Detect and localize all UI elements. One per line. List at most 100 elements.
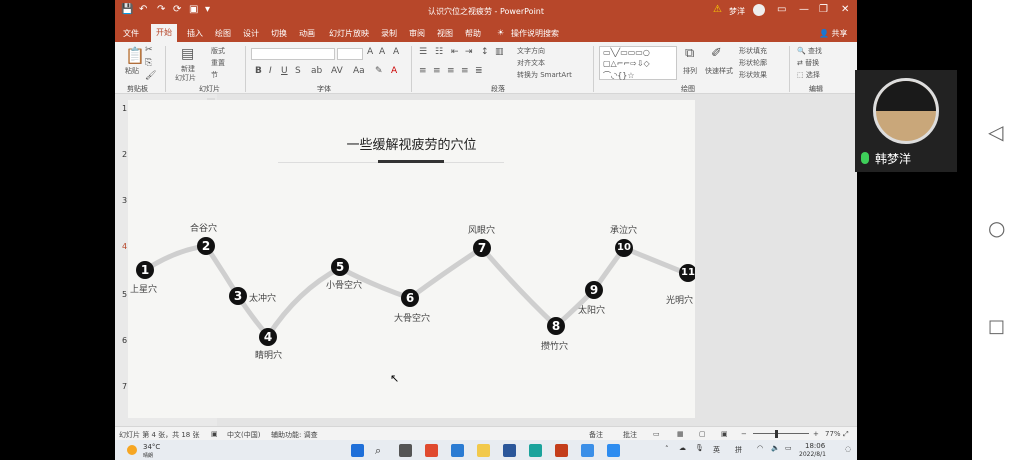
grow-font-icon[interactable]: A bbox=[367, 47, 373, 57]
slide[interactable]: 一些缓解视疲劳的穴位 1 上星穴 2 合谷穴 3 太冲穴 4 睛明穴 5 小骨空… bbox=[128, 100, 695, 418]
select-button[interactable]: ⬚ 选择 bbox=[797, 70, 820, 80]
zoom-in-icon[interactable]: + bbox=[813, 430, 819, 438]
tab-transitions[interactable]: 切换 bbox=[271, 28, 287, 39]
bold-button[interactable]: B bbox=[255, 66, 262, 76]
underline-button[interactable]: U bbox=[281, 66, 288, 76]
avatar[interactable] bbox=[753, 4, 765, 16]
acupoint-marker[interactable]: 10 bbox=[615, 239, 633, 257]
maximize-icon[interactable]: ❐ bbox=[819, 4, 828, 15]
acupoint-marker[interactable]: 2 bbox=[197, 237, 215, 255]
tab-review[interactable]: 审阅 bbox=[409, 28, 425, 39]
edge-icon[interactable] bbox=[529, 444, 542, 457]
slideshow-view-icon[interactable]: ▣ bbox=[721, 430, 728, 438]
shape-effect-button[interactable]: 形状效果 bbox=[739, 70, 767, 80]
shadow-icon[interactable]: ab bbox=[311, 66, 322, 76]
section-button[interactable]: 节 bbox=[211, 70, 218, 80]
justify-icon[interactable]: ≡ bbox=[461, 66, 469, 76]
back-icon[interactable]: ◁ bbox=[988, 120, 1003, 144]
normal-view-icon[interactable]: ▭ bbox=[653, 430, 660, 438]
shape-fill-button[interactable]: 形状填充 bbox=[739, 46, 767, 56]
acupoint-marker[interactable]: 4 bbox=[259, 328, 277, 346]
battery-icon[interactable]: ▭ bbox=[785, 444, 792, 452]
sorter-view-icon[interactable]: ▦ bbox=[677, 430, 684, 438]
tab-design[interactable]: 设计 bbox=[243, 28, 259, 39]
zoom-slider-thumb[interactable] bbox=[775, 430, 778, 438]
task-view-icon[interactable] bbox=[399, 444, 412, 457]
distribute-icon[interactable]: ≣ bbox=[475, 66, 483, 76]
acupoint-marker[interactable]: 7 bbox=[473, 239, 491, 257]
clear-format-icon[interactable]: A bbox=[393, 47, 399, 57]
meeting-app-icon[interactable] bbox=[607, 444, 620, 457]
acupoint-marker[interactable]: 5 bbox=[331, 258, 349, 276]
tab-help[interactable]: 帮助 bbox=[465, 28, 481, 39]
volume-icon[interactable]: 🔈 bbox=[771, 444, 780, 452]
weather-icon[interactable] bbox=[127, 445, 137, 455]
acupoint-marker[interactable]: 11 bbox=[679, 264, 695, 282]
mail-icon[interactable] bbox=[451, 444, 464, 457]
tab-insert[interactable]: 插入 bbox=[187, 28, 203, 39]
highlight-icon[interactable]: ✎ bbox=[375, 66, 383, 76]
quick-style-icon[interactable]: ✐ bbox=[711, 46, 722, 61]
tab-view[interactable]: 视图 bbox=[437, 28, 453, 39]
photos-icon[interactable] bbox=[581, 444, 594, 457]
shapes-row3-icons[interactable]: ⌒◟◝{}☆ bbox=[603, 70, 635, 81]
user-name[interactable]: 梦洋 bbox=[729, 6, 745, 17]
arrange-icon[interactable]: ⧉ bbox=[685, 46, 694, 61]
acupoint-marker[interactable]: 1 bbox=[136, 261, 154, 279]
copy-icon[interactable]: ⎘ bbox=[145, 58, 152, 68]
line-spacing-icon[interactable]: ↕ bbox=[481, 47, 489, 57]
search-icon[interactable]: ⌕ bbox=[375, 444, 388, 457]
replace-button[interactable]: ⇄ 替换 bbox=[797, 58, 819, 68]
tab-animations[interactable]: 动画 bbox=[299, 28, 315, 39]
powerpoint-icon[interactable] bbox=[555, 444, 568, 457]
notification-icon[interactable]: ◌ bbox=[845, 445, 851, 453]
reading-view-icon[interactable]: ▢ bbox=[699, 430, 706, 438]
zoom-level[interactable]: 77% bbox=[825, 430, 841, 438]
clock-time[interactable]: 18:06 bbox=[805, 442, 825, 450]
shapes-row1-icons[interactable]: ▭╲╱▭▭▭○ bbox=[603, 48, 650, 57]
start-icon[interactable] bbox=[351, 444, 364, 457]
shapes-row2-icons[interactable]: ▢△⌐⌐⇨⇩◇ bbox=[603, 59, 650, 68]
home-icon[interactable]: ○ bbox=[988, 216, 1005, 240]
word-icon[interactable] bbox=[503, 444, 516, 457]
clock-date[interactable]: 2022/8/1 bbox=[799, 451, 826, 458]
close-icon[interactable]: ✕ bbox=[841, 4, 849, 15]
tell-me-search[interactable]: 操作说明搜索 bbox=[511, 28, 559, 39]
align-left-icon[interactable]: ≡ bbox=[419, 66, 427, 76]
acupoint-marker[interactable]: 3 bbox=[229, 287, 247, 305]
layout-button[interactable]: 版式 bbox=[211, 46, 225, 56]
temperature[interactable]: 34°C bbox=[143, 443, 160, 451]
tab-record[interactable]: 录制 bbox=[381, 28, 397, 39]
ribbon-display-icon[interactable]: ▭ bbox=[777, 4, 786, 15]
paste-button[interactable]: 粘贴 bbox=[125, 66, 139, 76]
tab-home[interactable]: 开始 bbox=[151, 24, 177, 42]
shrink-font-icon[interactable]: A bbox=[379, 47, 385, 57]
tab-file[interactable]: 文件 bbox=[123, 28, 139, 39]
text-direction-button[interactable]: 文字方向 bbox=[517, 46, 545, 56]
align-center-icon[interactable]: ≡ bbox=[433, 66, 441, 76]
recents-icon[interactable]: □ bbox=[988, 316, 1005, 337]
tab-draw[interactable]: 绘图 bbox=[215, 28, 231, 39]
fit-slide-icon[interactable]: ⤢ bbox=[843, 430, 849, 439]
new-slide-icon[interactable]: ▤ bbox=[181, 46, 194, 62]
minimize-icon[interactable]: — bbox=[799, 4, 809, 15]
align-right-icon[interactable]: ≡ bbox=[447, 66, 455, 76]
columns-icon[interactable]: ▥ bbox=[495, 47, 504, 57]
smartart-button[interactable]: 转换为 SmartArt bbox=[517, 70, 572, 80]
increase-indent-icon[interactable]: ⇥ bbox=[465, 47, 473, 57]
bullets-icon[interactable]: ☰ bbox=[419, 47, 427, 57]
decrease-indent-icon[interactable]: ⇤ bbox=[451, 47, 459, 57]
acupoint-marker[interactable]: 9 bbox=[585, 281, 603, 299]
find-button[interactable]: 🔍 查找 bbox=[797, 46, 822, 56]
font-color-button[interactable]: A bbox=[391, 66, 397, 76]
chevron-up-icon[interactable]: ˄ bbox=[665, 445, 669, 453]
new-slide-button-line2[interactable]: 幻灯片 bbox=[175, 73, 196, 83]
acupoint-marker[interactable]: 6 bbox=[401, 289, 419, 307]
italic-button[interactable]: I bbox=[269, 66, 272, 76]
zoom-out-icon[interactable]: − bbox=[741, 430, 747, 438]
reset-button[interactable]: 重置 bbox=[211, 58, 225, 68]
office-icon[interactable] bbox=[425, 444, 438, 457]
wifi-icon[interactable]: ◠ bbox=[757, 444, 763, 452]
accessibility-status[interactable]: 辅助功能: 调查 bbox=[271, 430, 318, 440]
shape-outline-button[interactable]: 形状轮廓 bbox=[739, 58, 767, 68]
